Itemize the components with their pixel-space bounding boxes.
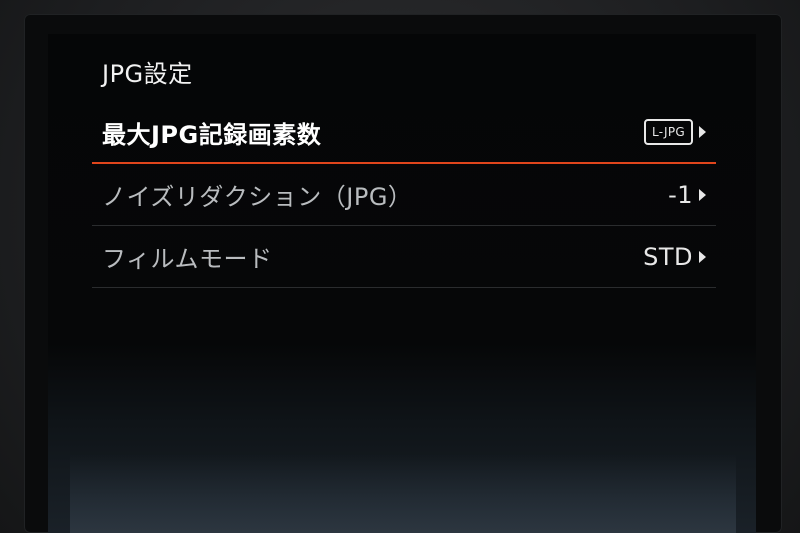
menu-item-label: ノイズリダクション（JPG） (102, 183, 413, 211)
menu-item-label: 最大JPG記録画素数 (102, 120, 322, 149)
camera-screen: JPG設定 最大JPG記録画素数 L-JPG ノイズリダクション（JPG） -1… (48, 34, 756, 533)
menu-title: JPG設定 (102, 60, 193, 88)
menu-item-value-text: STD (643, 242, 693, 271)
menu-item-value-text: -1 (668, 180, 693, 209)
menu-item-value: STD (643, 243, 706, 271)
menu-list: 最大JPG記録画素数 L-JPG ノイズリダクション（JPG） -1 フィルムモ… (92, 102, 716, 288)
menu-item-label: フィルムモード (102, 245, 273, 273)
chevron-right-icon (699, 126, 706, 138)
chevron-right-icon (699, 250, 706, 263)
menu-item-film-mode[interactable]: フィルムモード STD (92, 226, 716, 288)
screen-reflection (70, 454, 736, 533)
chevron-right-icon (699, 188, 706, 201)
menu-item-max-jpg-resolution[interactable]: 最大JPG記録画素数 L-JPG (92, 102, 716, 164)
camera-body: JPG設定 最大JPG記録画素数 L-JPG ノイズリダクション（JPG） -1… (0, 0, 800, 533)
jpg-size-icon: L-JPG (643, 119, 693, 145)
menu-item-value: L-JPG (643, 119, 706, 145)
menu-item-noise-reduction[interactable]: ノイズリダクション（JPG） -1 (92, 164, 716, 226)
menu-item-value: -1 (668, 181, 706, 209)
